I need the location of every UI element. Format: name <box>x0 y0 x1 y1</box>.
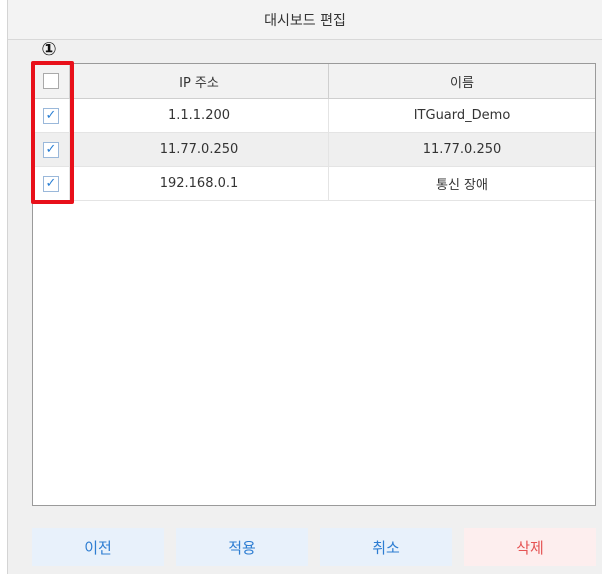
annotation-number-marker: ① <box>41 39 57 60</box>
cancel-button[interactable]: 취소 <box>320 528 452 566</box>
row-checkbox[interactable]: ✓ <box>43 141 59 158</box>
table-row[interactable]: ✓ 192.168.0.1 통신 장애 <box>33 167 595 201</box>
dialog-button-bar: 이전 적용 취소 삭제 <box>32 528 596 566</box>
row-check-cell: ✓ <box>33 133 70 166</box>
row-ip: 11.77.0.250 <box>70 133 329 166</box>
dialog-title: 대시보드 편집 <box>264 12 346 29</box>
row-name: 통신 장애 <box>436 178 488 193</box>
row-checkbox[interactable]: ✓ <box>43 175 59 192</box>
apply-button[interactable]: 적용 <box>176 528 308 566</box>
row-ip: 192.168.0.1 <box>70 167 329 200</box>
column-header-name[interactable]: 이름 <box>329 64 595 98</box>
edit-dashboard-dialog: 대시보드 편집 IP 주소 이름 ✓ 1.1.1.200 ITGuard_Dem… <box>7 0 602 574</box>
row-name: ITGuard_Demo <box>413 108 511 123</box>
table-row[interactable]: ✓ 11.77.0.250 11.77.0.250 <box>33 133 595 167</box>
delete-button[interactable]: 삭제 <box>464 528 596 566</box>
row-name: 11.77.0.250 <box>422 142 502 157</box>
column-header-ip[interactable]: IP 주소 <box>70 64 329 98</box>
row-ip: 1.1.1.200 <box>70 99 329 132</box>
row-check-cell: ✓ <box>33 167 70 200</box>
dialog-title-bar: 대시보드 편집 <box>8 0 602 40</box>
device-table: IP 주소 이름 ✓ 1.1.1.200 ITGuard_Demo ✓ 11.7… <box>32 63 596 506</box>
table-row[interactable]: ✓ 1.1.1.200 ITGuard_Demo <box>33 99 595 133</box>
prev-button[interactable]: 이전 <box>32 528 164 566</box>
row-checkbox[interactable]: ✓ <box>43 107 59 124</box>
table-header: IP 주소 이름 <box>33 64 595 99</box>
header-check-cell <box>33 64 70 98</box>
table-body: ✓ 1.1.1.200 ITGuard_Demo ✓ 11.77.0.250 1… <box>33 99 595 201</box>
select-all-checkbox[interactable] <box>43 73 59 89</box>
row-check-cell: ✓ <box>33 99 70 132</box>
